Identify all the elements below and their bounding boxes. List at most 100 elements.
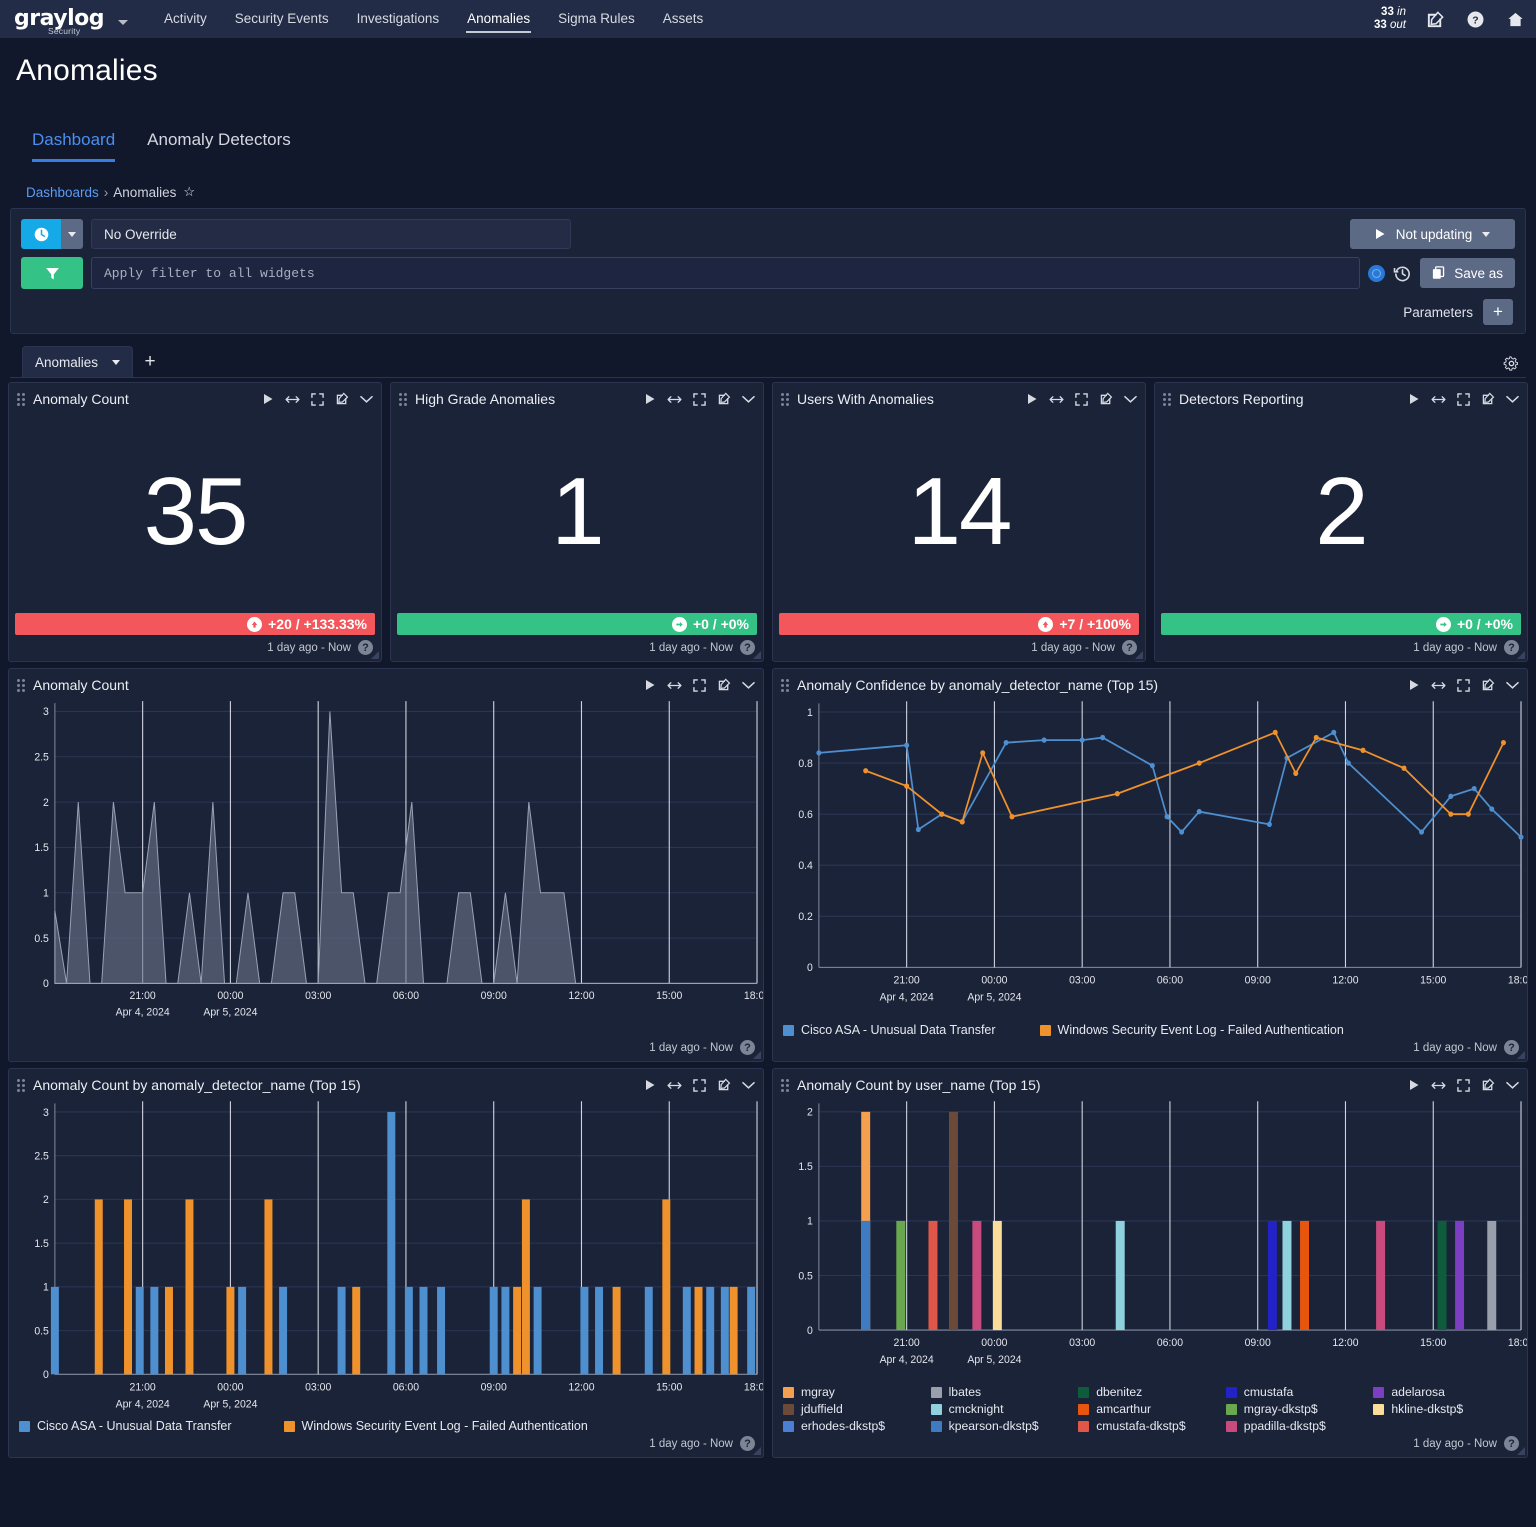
- edit-widget-icon[interactable]: [1481, 1078, 1495, 1092]
- widget-menu-chevron-down-icon[interactable]: [1506, 1081, 1519, 1090]
- legend-item-mgray-dkstp[interactable]: mgray-dkstp$: [1226, 1402, 1370, 1416]
- resize-handle[interactable]: [752, 1446, 761, 1455]
- resize-horizontal-icon[interactable]: [667, 1080, 682, 1091]
- resize-handle[interactable]: [1516, 1446, 1525, 1455]
- fullscreen-icon[interactable]: [693, 679, 706, 692]
- edit-widget-icon[interactable]: [717, 392, 731, 406]
- legend-item-amcarthur[interactable]: amcarthur: [1078, 1402, 1222, 1416]
- legend-item-mgray[interactable]: mgray: [783, 1385, 927, 1399]
- legend-item-ppadilla-dkstp[interactable]: ppadilla-dkstp$: [1226, 1419, 1370, 1433]
- time-range-selector[interactable]: [21, 219, 83, 249]
- home-icon[interactable]: [1504, 8, 1526, 30]
- detector-bar-chart-canvas[interactable]: 00.511.522.5321:00Apr 4, 202400:00Apr 5,…: [9, 1097, 763, 1417]
- resize-handle[interactable]: [752, 1050, 761, 1059]
- play-icon[interactable]: [1409, 393, 1420, 405]
- resize-handle[interactable]: [1516, 1050, 1525, 1059]
- time-range-chevron-down-icon[interactable]: [61, 219, 83, 249]
- resize-handle[interactable]: [752, 650, 761, 659]
- fullscreen-icon[interactable]: [1075, 393, 1088, 406]
- gear-icon[interactable]: [1503, 355, 1520, 372]
- widget-menu-chevron-down-icon[interactable]: [742, 395, 755, 404]
- favorite-star-icon[interactable]: ☆: [183, 184, 195, 200]
- info-badge-icon[interactable]: [1368, 265, 1385, 282]
- edit-widget-icon[interactable]: [1481, 392, 1495, 406]
- drag-handle-icon[interactable]: [399, 393, 407, 406]
- nav-item-sigma-rules[interactable]: Sigma Rules: [544, 1, 649, 37]
- fullscreen-icon[interactable]: [1457, 1079, 1470, 1092]
- legend-item-dbenitez[interactable]: dbenitez: [1078, 1385, 1222, 1399]
- drag-handle-icon[interactable]: [17, 1079, 25, 1092]
- edit-widget-icon[interactable]: [335, 392, 349, 406]
- resize-handle[interactable]: [1134, 650, 1143, 659]
- play-icon[interactable]: [645, 679, 656, 691]
- user-bar-chart-canvas[interactable]: 00.511.5221:00Apr 4, 202400:00Apr 5, 202…: [773, 1097, 1527, 1383]
- drag-handle-icon[interactable]: [781, 393, 789, 406]
- nav-item-assets[interactable]: Assets: [649, 1, 718, 37]
- legend-item-windows-security[interactable]: Windows Security Event Log - Failed Auth…: [284, 1419, 588, 1433]
- legend-item-cmustafa[interactable]: cmustafa: [1226, 1385, 1370, 1399]
- resize-horizontal-icon[interactable]: [1049, 394, 1064, 405]
- widget-menu-chevron-down-icon[interactable]: [742, 681, 755, 690]
- brand-chevron-down-icon[interactable]: [118, 20, 128, 25]
- fullscreen-icon[interactable]: [1457, 679, 1470, 692]
- legend-item-jduffield[interactable]: jduffield: [783, 1402, 927, 1416]
- line-chart-canvas[interactable]: 00.20.40.60.8121:00Apr 4, 202400:00Apr 5…: [773, 697, 1527, 1021]
- legend-item-kpearson-dkstp[interactable]: kpearson-dkstp$: [931, 1419, 1075, 1433]
- fullscreen-icon[interactable]: [311, 393, 324, 406]
- nav-item-investigations[interactable]: Investigations: [343, 1, 454, 37]
- resize-horizontal-icon[interactable]: [1431, 394, 1446, 405]
- clock-icon[interactable]: [21, 219, 61, 249]
- play-icon[interactable]: [263, 393, 274, 405]
- edit-icon[interactable]: [1424, 8, 1446, 30]
- legend-item-cmcknight[interactable]: cmcknight: [931, 1402, 1075, 1416]
- legend-item-cisco-asa[interactable]: Cisco ASA - Unusual Data Transfer: [783, 1023, 996, 1037]
- legend-item-adelarosa[interactable]: adelarosa: [1373, 1385, 1517, 1399]
- legend-item-cisco-asa[interactable]: Cisco ASA - Unusual Data Transfer: [19, 1419, 232, 1433]
- play-icon[interactable]: [1409, 1079, 1420, 1091]
- nav-item-activity[interactable]: Activity: [150, 1, 221, 37]
- play-icon[interactable]: [1027, 393, 1038, 405]
- resize-handle[interactable]: [1516, 650, 1525, 659]
- drag-handle-icon[interactable]: [781, 679, 789, 692]
- play-icon[interactable]: [645, 1079, 656, 1091]
- resize-handle[interactable]: [370, 650, 379, 659]
- refresh-control-button[interactable]: Not updating: [1350, 219, 1515, 249]
- graylog-logo[interactable]: graylog Security: [14, 9, 104, 29]
- widget-menu-chevron-down-icon[interactable]: [1506, 681, 1519, 690]
- legend-item-windows-security[interactable]: Windows Security Event Log - Failed Auth…: [1040, 1023, 1344, 1037]
- override-input[interactable]: No Override: [91, 219, 571, 249]
- drag-handle-icon[interactable]: [17, 393, 25, 406]
- add-parameter-button[interactable]: +: [1483, 299, 1513, 325]
- edit-widget-icon[interactable]: [1099, 392, 1113, 406]
- tab-dashboard[interactable]: Dashboard: [16, 124, 131, 162]
- drag-handle-icon[interactable]: [781, 1079, 789, 1092]
- save-as-button[interactable]: Save as: [1420, 258, 1515, 288]
- breadcrumb-dashboards-link[interactable]: Dashboards: [26, 185, 99, 200]
- resize-horizontal-icon[interactable]: [1431, 1080, 1446, 1091]
- drag-handle-icon[interactable]: [1163, 393, 1171, 406]
- edit-widget-icon[interactable]: [717, 1078, 731, 1092]
- area-chart-canvas[interactable]: 00.511.522.5321:00Apr 4, 202400:00Apr 5,…: [9, 697, 763, 1037]
- widget-menu-chevron-down-icon[interactable]: [1506, 395, 1519, 404]
- play-icon[interactable]: [1409, 679, 1420, 691]
- resize-horizontal-icon[interactable]: [1431, 680, 1446, 691]
- add-dashboard-tab-button[interactable]: +: [133, 346, 167, 377]
- legend-item-cmustafa-dkstp[interactable]: cmustafa-dkstp$: [1078, 1419, 1222, 1433]
- widget-menu-chevron-down-icon[interactable]: [1124, 395, 1137, 404]
- legend-item-hkline-dkstp[interactable]: hkline-dkstp$: [1373, 1402, 1517, 1416]
- nav-item-security-events[interactable]: Security Events: [221, 1, 343, 37]
- drag-handle-icon[interactable]: [17, 679, 25, 692]
- filter-icon[interactable]: [21, 257, 83, 289]
- help-icon[interactable]: ?: [1464, 8, 1486, 30]
- edit-widget-icon[interactable]: [1481, 678, 1495, 692]
- filter-input[interactable]: Apply filter to all widgets: [91, 257, 1360, 289]
- dashboard-tab-anomalies[interactable]: Anomalies: [22, 346, 133, 377]
- resize-horizontal-icon[interactable]: [667, 394, 682, 405]
- resize-horizontal-icon[interactable]: [285, 394, 300, 405]
- fullscreen-icon[interactable]: [1457, 393, 1470, 406]
- edit-widget-icon[interactable]: [717, 678, 731, 692]
- widget-menu-chevron-down-icon[interactable]: [742, 1081, 755, 1090]
- tab-anomaly-detectors[interactable]: Anomaly Detectors: [131, 124, 307, 162]
- history-icon[interactable]: [1393, 264, 1412, 283]
- widget-menu-chevron-down-icon[interactable]: [360, 395, 373, 404]
